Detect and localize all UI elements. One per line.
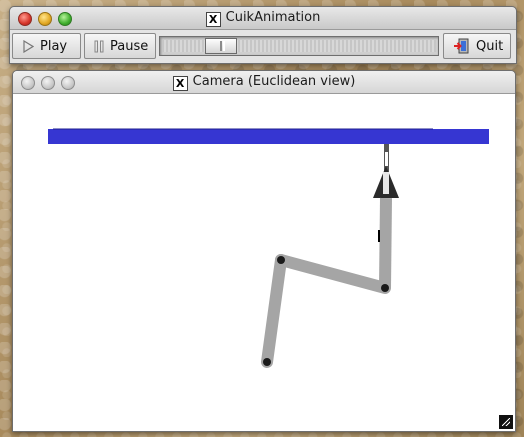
link-upper: [379, 197, 392, 289]
robot-scene: [48, 128, 489, 368]
cuik-title-wrap: X CuikAnimation: [10, 10, 516, 27]
play-button[interactable]: Play: [12, 33, 81, 59]
pause-button[interactable]: Pause: [84, 33, 156, 59]
x11-icon: X: [172, 76, 188, 91]
resize-grip-icon[interactable]: [499, 415, 513, 429]
joint-elbow: [381, 284, 389, 292]
camera-title-wrap: X Camera (Euclidean view): [13, 74, 515, 91]
link-lower: [261, 254, 287, 368]
camera-window: X Camera (Euclidean view): [12, 70, 516, 432]
tool-shaft-highlight: [385, 152, 388, 166]
animation-slider[interactable]: [159, 36, 439, 56]
animation-toolbar: Play Pause Quit: [12, 32, 514, 61]
gripper-slot: [383, 172, 389, 194]
link-middle: [275, 254, 391, 294]
joint-knee: [277, 256, 285, 264]
pause-icon: [94, 40, 104, 53]
x11-icon: X: [205, 12, 221, 27]
camera-titlebar[interactable]: X Camera (Euclidean view): [13, 71, 515, 94]
exit-door-icon: [453, 38, 470, 54]
cuik-animation-window: X CuikAnimation Play Pause Quit: [9, 6, 517, 64]
ceiling-rail: [48, 129, 489, 144]
slider-thumb[interactable]: [205, 38, 238, 54]
play-button-label: Play: [40, 38, 68, 54]
slider-track: [162, 40, 436, 52]
quit-button-label: Quit: [476, 38, 504, 54]
cuik-titlebar[interactable]: X CuikAnimation: [10, 7, 516, 30]
pause-button-label: Pause: [110, 38, 149, 54]
joint-end: [263, 358, 271, 366]
play-icon: [23, 39, 34, 53]
camera-window-title: Camera (Euclidean view): [192, 74, 356, 89]
euclidean-viewport[interactable]: [13, 94, 515, 431]
quit-button[interactable]: Quit: [443, 33, 511, 59]
cuik-window-title: CuikAnimation: [225, 10, 321, 25]
